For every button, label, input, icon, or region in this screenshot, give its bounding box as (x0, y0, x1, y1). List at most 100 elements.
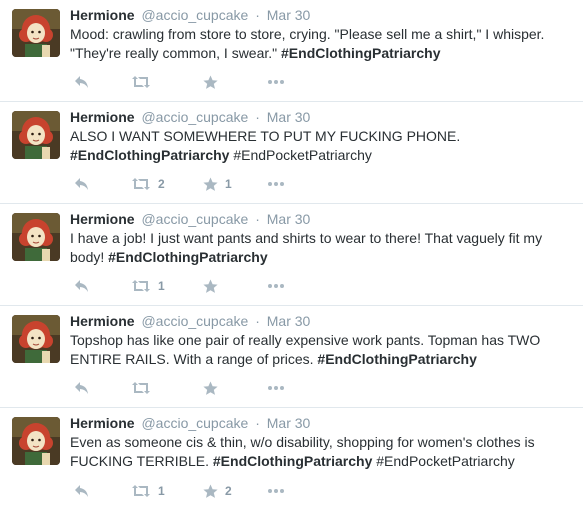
avatar[interactable] (12, 213, 60, 261)
retweet-count: 1 (158, 279, 165, 293)
hashtag-link[interactable]: #EndPocketPatriarchy (233, 147, 372, 163)
tweet-header: Hermione @accio_cupcake · Mar 30 (70, 312, 575, 330)
separator-dot: · (255, 313, 260, 329)
author-handle[interactable]: @accio_cupcake (141, 415, 248, 431)
author-name[interactable]: Hermione (70, 313, 135, 329)
hashtag-link[interactable]: #EndPocketPatriarchy (376, 453, 515, 469)
hashtag-link[interactable]: #EndClothingPatriarchy (213, 453, 372, 469)
author-handle[interactable]: @accio_cupcake (141, 313, 248, 329)
author-handle[interactable]: @accio_cupcake (141, 109, 248, 125)
tweet-timestamp[interactable]: Mar 30 (267, 7, 311, 23)
avatar[interactable] (12, 111, 60, 159)
tweet-timestamp[interactable]: Mar 30 (267, 415, 311, 431)
tweet-text: Topshop has like one pair of really expe… (70, 331, 575, 369)
more-options-button[interactable] (267, 79, 324, 85)
retweet-icon (131, 177, 151, 191)
hashtag-link[interactable]: #EndClothingPatriarchy (281, 45, 440, 61)
author-handle[interactable]: @accio_cupcake (141, 211, 248, 227)
more-options-button[interactable] (267, 181, 324, 187)
retweet-button[interactable]: 2 (131, 177, 203, 191)
tweet-text: ALSO I WANT SOMEWHERE TO PUT MY FUCKING … (70, 127, 575, 165)
avatar-cartoon-icon (12, 111, 60, 159)
tweet-timeline: Hermione @accio_cupcake · Mar 30 Mood: c… (0, 0, 583, 510)
avatar-cartoon-icon (12, 9, 60, 57)
star-icon (203, 279, 218, 294)
avatar[interactable] (12, 417, 60, 465)
tweet-timestamp[interactable]: Mar 30 (267, 313, 311, 329)
tweet-actions (74, 72, 324, 92)
tweet[interactable]: Hermione @accio_cupcake · Mar 30 ALSO I … (0, 102, 583, 204)
tweet[interactable]: Hermione @accio_cupcake · Mar 30 Topshop… (0, 306, 583, 408)
more-dots-icon (267, 488, 285, 494)
reply-icon (74, 381, 90, 395)
tweet-actions (74, 378, 324, 398)
tweet-header: Hermione @accio_cupcake · Mar 30 (70, 414, 575, 432)
more-options-button[interactable] (267, 488, 324, 494)
more-dots-icon (267, 283, 285, 289)
separator-dot: · (255, 109, 260, 125)
reply-button[interactable] (74, 177, 131, 191)
tweet-text-segment: ALSO I WANT SOMEWHERE TO PUT MY FUCKING … (70, 128, 461, 144)
favorite-button[interactable] (203, 381, 267, 396)
hashtag-link[interactable]: #EndClothingPatriarchy (70, 147, 229, 163)
tweet-actions: 1 (74, 276, 324, 296)
retweet-button[interactable]: 1 (131, 279, 203, 293)
author-name[interactable]: Hermione (70, 415, 135, 431)
tweet-content: Hermione @accio_cupcake · Mar 30 Even as… (70, 414, 575, 471)
tweet-content: Hermione @accio_cupcake · Mar 30 ALSO I … (70, 108, 575, 165)
favorite-count: 1 (225, 177, 232, 191)
star-icon (203, 177, 218, 192)
tweet-content: Hermione @accio_cupcake · Mar 30 Mood: c… (70, 6, 575, 63)
author-name[interactable]: Hermione (70, 7, 135, 23)
avatar-cartoon-icon (12, 315, 60, 363)
tweet[interactable]: Hermione @accio_cupcake · Mar 30 Mood: c… (0, 0, 583, 102)
star-icon (203, 484, 218, 499)
reply-button[interactable] (74, 75, 131, 89)
tweet[interactable]: Hermione @accio_cupcake · Mar 30 Even as… (0, 408, 583, 510)
favorite-button[interactable]: 2 (203, 484, 267, 499)
favorite-button[interactable] (203, 279, 267, 294)
reply-button[interactable] (74, 279, 131, 293)
more-dots-icon (267, 181, 285, 187)
author-handle[interactable]: @accio_cupcake (141, 7, 248, 23)
tweet-header: Hermione @accio_cupcake · Mar 30 (70, 210, 575, 228)
tweet-actions: 1 2 (74, 481, 324, 501)
retweet-count: 1 (158, 484, 165, 498)
retweet-button[interactable] (131, 75, 203, 89)
avatar-cartoon-icon (12, 213, 60, 261)
reply-icon (74, 75, 90, 89)
separator-dot: · (255, 7, 260, 23)
favorite-button[interactable]: 1 (203, 177, 267, 192)
hashtag-link[interactable]: #EndClothingPatriarchy (108, 249, 267, 265)
retweet-icon (131, 381, 151, 395)
tweet[interactable]: Hermione @accio_cupcake · Mar 30 I have … (0, 204, 583, 306)
star-icon (203, 381, 218, 396)
reply-icon (74, 177, 90, 191)
favorite-button[interactable] (203, 75, 267, 90)
tweet-text: Mood: crawling from store to store, cryi… (70, 25, 575, 63)
more-options-button[interactable] (267, 283, 324, 289)
author-name[interactable]: Hermione (70, 109, 135, 125)
avatar[interactable] (12, 315, 60, 363)
more-dots-icon (267, 79, 285, 85)
retweet-count: 2 (158, 177, 165, 191)
tweet-actions: 2 1 (74, 174, 324, 194)
retweet-button[interactable] (131, 381, 203, 395)
separator-dot: · (255, 211, 260, 227)
tweet-content: Hermione @accio_cupcake · Mar 30 I have … (70, 210, 575, 267)
more-dots-icon (267, 385, 285, 391)
hashtag-link[interactable]: #EndClothingPatriarchy (317, 351, 476, 367)
author-name[interactable]: Hermione (70, 211, 135, 227)
avatar[interactable] (12, 9, 60, 57)
retweet-icon (131, 484, 151, 498)
retweet-button[interactable]: 1 (131, 484, 203, 498)
reply-button[interactable] (74, 484, 131, 498)
tweet-text: Even as someone cis & thin, w/o disabili… (70, 433, 575, 471)
tweet-timestamp[interactable]: Mar 30 (267, 211, 311, 227)
more-options-button[interactable] (267, 385, 324, 391)
tweet-content: Hermione @accio_cupcake · Mar 30 Topshop… (70, 312, 575, 369)
separator-dot: · (255, 415, 260, 431)
reply-button[interactable] (74, 381, 131, 395)
tweet-header: Hermione @accio_cupcake · Mar 30 (70, 108, 575, 126)
tweet-timestamp[interactable]: Mar 30 (267, 109, 311, 125)
